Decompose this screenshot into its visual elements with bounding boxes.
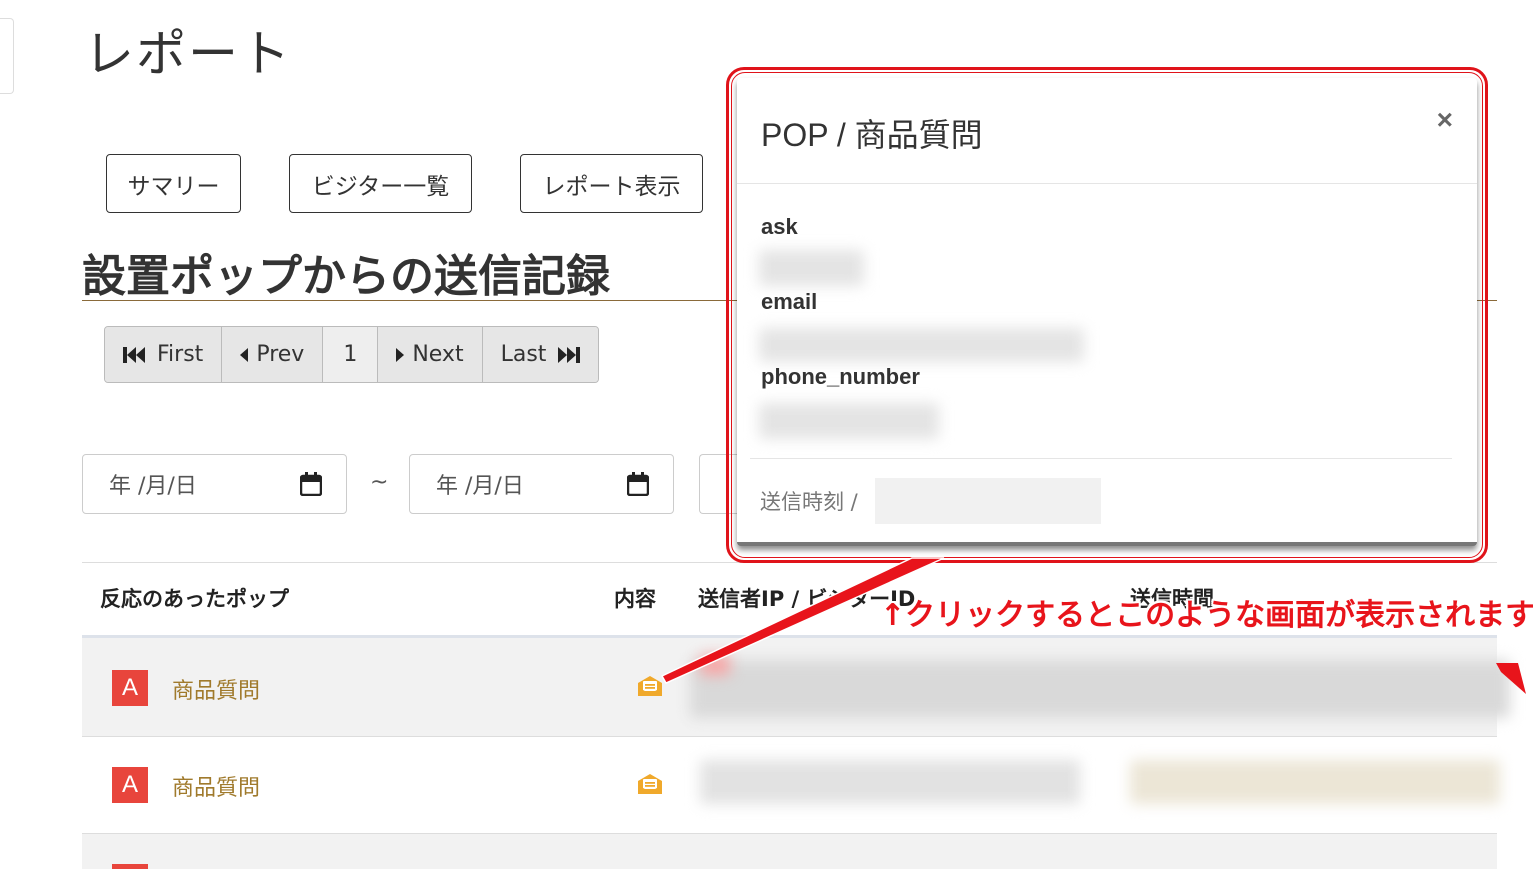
annotation-text: ↑クリックするとこのような画面が表示されます: [880, 598, 1533, 633]
callout-arrow: [660, 557, 1526, 694]
